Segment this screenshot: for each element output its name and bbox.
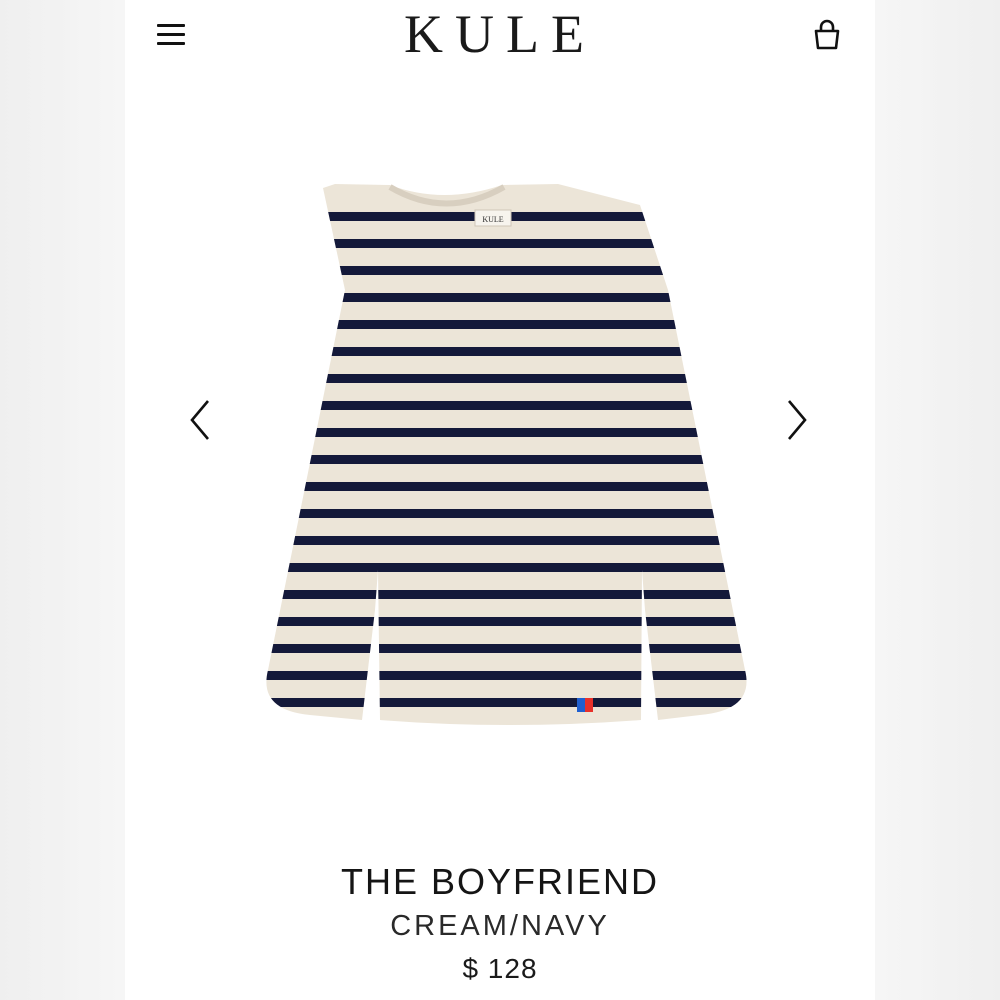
site-header: KULE	[125, 0, 875, 70]
shirt-stripe	[266, 320, 747, 329]
shirt-stripe	[266, 428, 747, 437]
shirt-stripe	[266, 509, 747, 518]
shirt-stripe	[266, 536, 747, 545]
shirt-stripe	[266, 293, 747, 302]
shirt-stripe	[266, 644, 747, 653]
product-image[interactable]: KULE	[180, 150, 820, 750]
shirt-stripe	[266, 347, 747, 356]
shirt-stripe	[266, 374, 747, 383]
color-patch-blue	[577, 698, 585, 712]
shirt-stripe	[266, 266, 747, 275]
shirt-stripe	[266, 482, 747, 491]
shirt-stripe	[266, 617, 747, 626]
shirt-stripe	[266, 239, 747, 248]
product-color: CREAM/NAVY	[390, 910, 610, 942]
color-patch-red	[585, 698, 593, 712]
neck-label-text: KULE	[482, 215, 503, 224]
right-backdrop	[875, 0, 1000, 1000]
product-title: THE BOYFRIEND	[340, 861, 660, 902]
chevron-right-icon[interactable]	[777, 395, 817, 445]
product-page: KULE KULE THE BOYFRIEND CREAM/NAVY $ 128	[125, 0, 875, 1000]
product-info: THE BOYFRIEND CREAM/NAVY $ 128	[125, 860, 875, 986]
shirt-stripe	[266, 563, 747, 572]
shirt-stripe	[266, 455, 747, 464]
shirt-stripe	[266, 698, 747, 707]
product-price: $ 128	[462, 953, 538, 984]
brand-logo[interactable]: KULE	[125, 4, 875, 64]
shirt-stripe	[240, 725, 780, 734]
shirt-stripe	[266, 590, 747, 599]
shirt-stripe	[266, 671, 747, 680]
shirt-stripe	[266, 401, 747, 410]
shopping-bag-icon[interactable]	[811, 18, 843, 52]
shirt-body	[240, 184, 780, 734]
chevron-left-icon[interactable]	[180, 395, 220, 445]
left-backdrop	[0, 0, 125, 1000]
